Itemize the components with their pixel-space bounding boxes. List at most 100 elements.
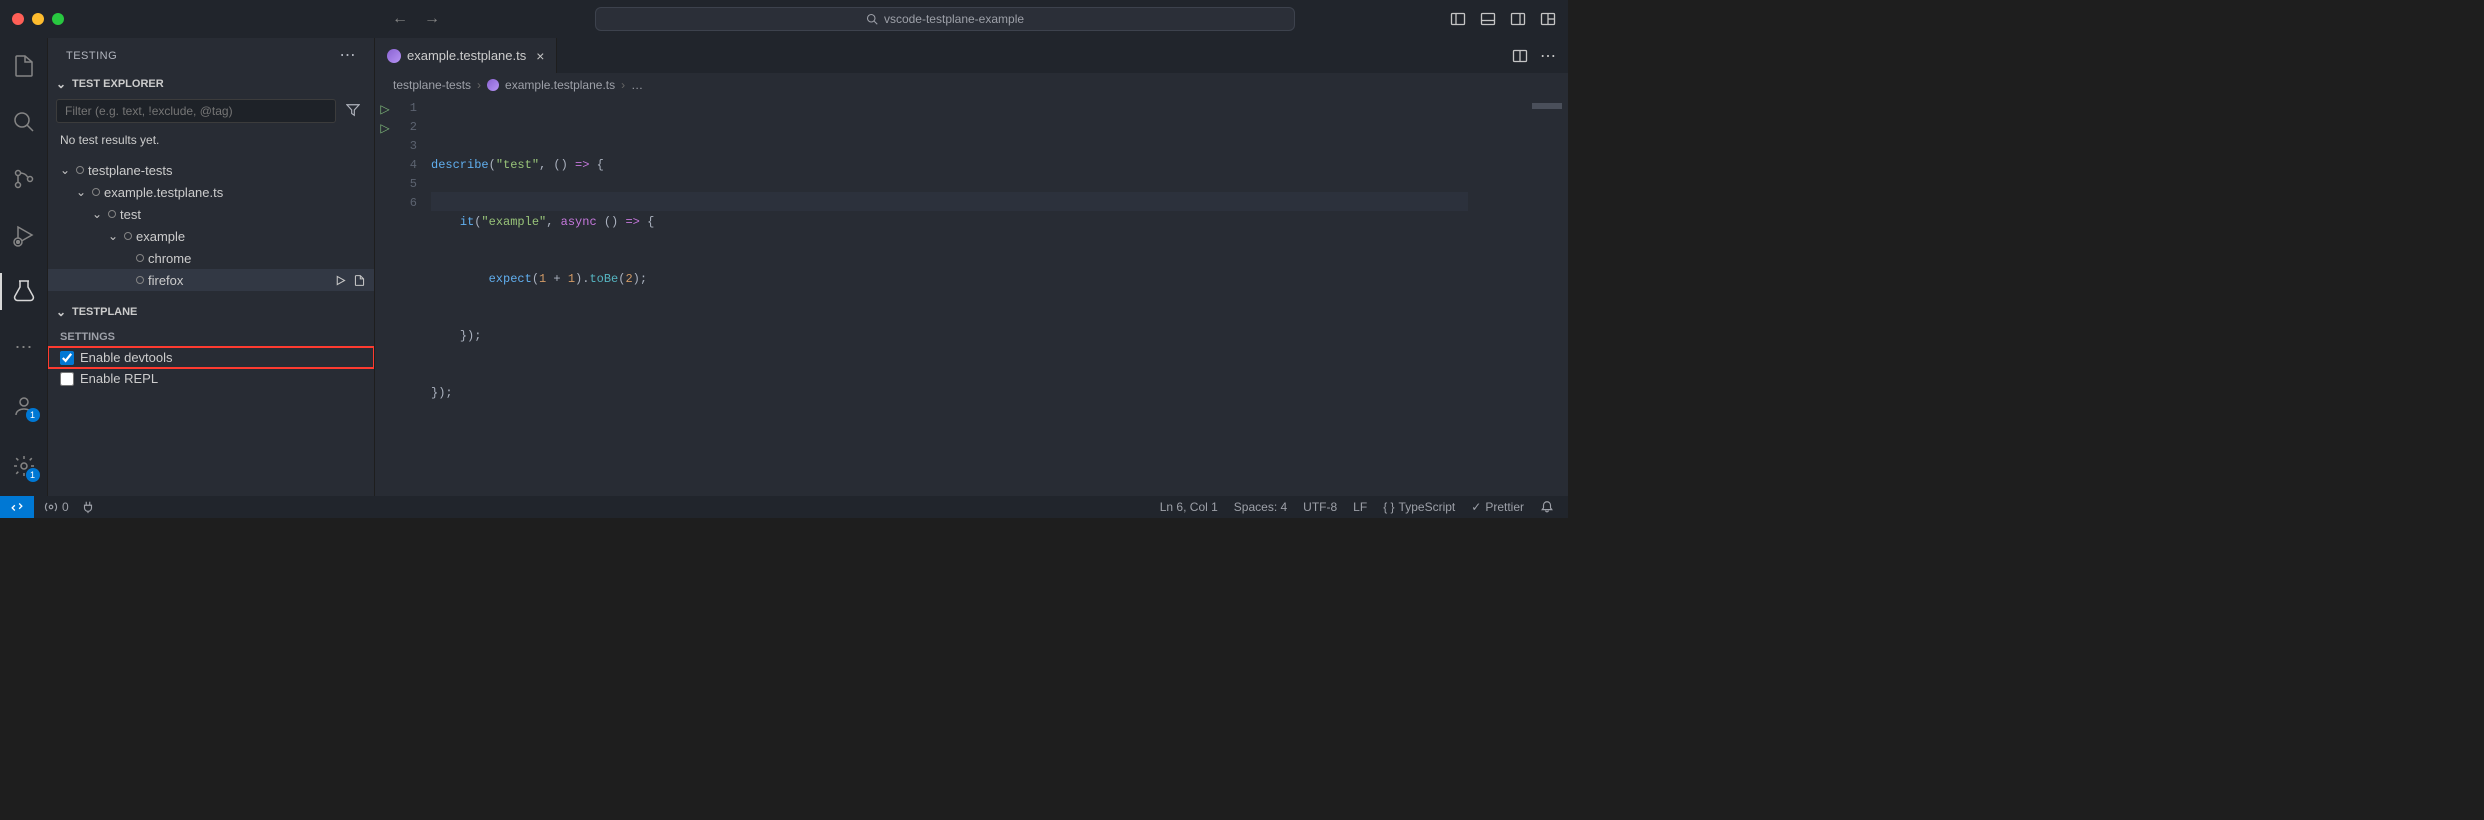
- breadcrumb-item[interactable]: testplane-tests: [393, 78, 471, 92]
- breadcrumb-item[interactable]: …: [631, 78, 643, 92]
- tree-file[interactable]: ⌄ example.testplane.ts: [48, 181, 374, 203]
- editor-tabs: example.testplane.ts × ⋯: [375, 38, 1568, 73]
- test-filter-input[interactable]: [56, 99, 336, 123]
- testing-view-button[interactable]: [0, 273, 48, 309]
- enable-devtools-label: Enable devtools: [80, 350, 173, 365]
- line-numbers: 1 2 3 4 5 6: [395, 97, 431, 496]
- split-editor-icon[interactable]: [1512, 48, 1528, 64]
- go-to-file-icon[interactable]: [353, 274, 366, 287]
- filter-icon[interactable]: [340, 103, 366, 120]
- testplane-file-icon: [387, 49, 401, 63]
- testplane-file-icon: [487, 79, 499, 91]
- problems-count: 0: [62, 500, 69, 514]
- accounts-badge: 1: [26, 408, 40, 422]
- editor-area: example.testplane.ts × ⋯ testplane-tests…: [374, 38, 1568, 496]
- editor-more-button[interactable]: ⋯: [1540, 46, 1556, 66]
- status-dot-icon: [136, 254, 144, 262]
- source-control-view-button[interactable]: [0, 161, 48, 197]
- more-views-button[interactable]: ⋯: [0, 330, 48, 366]
- status-dot-icon: [76, 166, 84, 174]
- tree-suite[interactable]: ⌄ test: [48, 203, 374, 225]
- enable-devtools-checkbox[interactable]: [60, 351, 74, 365]
- problems-button[interactable]: 0: [44, 500, 69, 514]
- settings-label: SETTINGS: [48, 323, 374, 347]
- tree-browser-label: firefox: [148, 273, 183, 288]
- check-icon: ✓: [1471, 500, 1481, 514]
- encoding-button[interactable]: UTF-8: [1303, 500, 1337, 514]
- editor-tab[interactable]: example.testplane.ts ×: [375, 38, 557, 73]
- tree-file-label: example.testplane.ts: [104, 185, 223, 200]
- traffic-lights: [12, 13, 64, 25]
- accounts-button[interactable]: 1: [0, 386, 48, 426]
- window-minimize-button[interactable]: [32, 13, 44, 25]
- notifications-button[interactable]: [1540, 500, 1554, 514]
- chevron-down-icon: ⌄: [90, 207, 104, 221]
- broadcast-icon: [44, 500, 58, 514]
- search-icon: [866, 13, 878, 25]
- settings-button[interactable]: 1: [0, 446, 48, 486]
- prettier-button[interactable]: ✓ Prettier: [1471, 500, 1524, 514]
- enable-repl-label: Enable REPL: [80, 371, 158, 386]
- window-close-button[interactable]: [12, 13, 24, 25]
- command-center-title: vscode-testplane-example: [884, 12, 1024, 26]
- status-dot-icon: [136, 276, 144, 284]
- run-test-gutter-icon[interactable]: ▷: [375, 118, 395, 137]
- close-tab-icon[interactable]: ×: [536, 48, 544, 64]
- sidebar-title: TESTING: [66, 50, 117, 62]
- minimap-content: [1532, 103, 1562, 109]
- ports-button[interactable]: [81, 500, 95, 514]
- chevron-right-icon: ›: [477, 78, 481, 92]
- braces-icon: { }: [1383, 500, 1394, 514]
- code-content[interactable]: describe("test", () => { it("example", a…: [431, 97, 1488, 496]
- run-test-icon[interactable]: [334, 274, 347, 287]
- language-mode-button[interactable]: { } TypeScript: [1383, 500, 1455, 514]
- tree-browser-firefox[interactable]: firefox: [48, 269, 374, 291]
- eol-button[interactable]: LF: [1353, 500, 1367, 514]
- search-view-button[interactable]: [0, 104, 48, 140]
- panel-left-icon[interactable]: [1450, 11, 1466, 27]
- layout-icon[interactable]: [1540, 11, 1556, 27]
- nav-back-button[interactable]: ←: [392, 10, 408, 28]
- chevron-down-icon: ⌄: [56, 305, 68, 319]
- command-center[interactable]: vscode-testplane-example: [595, 7, 1295, 31]
- run-test-gutter-icon[interactable]: ▷: [375, 99, 395, 118]
- testplane-label: TESTPLANE: [72, 306, 137, 318]
- code-editor[interactable]: ▷ ▷ 1 2 3 4 5 6 describe("test", () => {…: [375, 97, 1568, 496]
- cursor-position[interactable]: Ln 6, Col 1: [1160, 500, 1218, 514]
- settings-badge: 1: [26, 468, 40, 482]
- remote-button[interactable]: [0, 496, 34, 518]
- tree-suite-label: test: [120, 207, 141, 222]
- tree-browser-chrome[interactable]: chrome: [48, 247, 374, 269]
- tree-spec[interactable]: ⌄ example: [48, 225, 374, 247]
- breadcrumb-item[interactable]: example.testplane.ts: [505, 78, 615, 92]
- plug-icon: [81, 500, 95, 514]
- indentation-button[interactable]: Spaces: 4: [1234, 500, 1287, 514]
- chevron-down-icon: ⌄: [56, 77, 68, 91]
- window-maximize-button[interactable]: [52, 13, 64, 25]
- testplane-header[interactable]: ⌄ TESTPLANE: [48, 301, 374, 323]
- explorer-view-button[interactable]: [0, 48, 48, 84]
- tree-root[interactable]: ⌄ testplane-tests: [48, 159, 374, 181]
- run-gutter: ▷ ▷: [375, 97, 395, 496]
- panel-bottom-icon[interactable]: [1480, 11, 1496, 27]
- testing-sidebar: TESTING ⋯ ⌄ TEST EXPLORER No test result…: [48, 38, 374, 496]
- tree-browser-label: chrome: [148, 251, 191, 266]
- status-bar: 0 Ln 6, Col 1 Spaces: 4 UTF-8 LF { } Typ…: [0, 496, 1568, 518]
- enable-devtools-setting[interactable]: Enable devtools: [48, 347, 374, 368]
- chevron-down-icon: ⌄: [106, 229, 120, 243]
- run-debug-view-button[interactable]: [0, 217, 48, 253]
- nav-forward-button[interactable]: →: [424, 10, 440, 28]
- breadcrumbs[interactable]: testplane-tests › example.testplane.ts ›…: [375, 73, 1568, 97]
- sidebar-more-button[interactable]: ⋯: [340, 48, 357, 64]
- chevron-down-icon: ⌄: [74, 185, 88, 199]
- panel-right-icon[interactable]: [1510, 11, 1526, 27]
- titlebar: ← → vscode-testplane-example: [0, 0, 1568, 38]
- tab-label: example.testplane.ts: [407, 48, 526, 63]
- test-explorer-header[interactable]: ⌄ TEST EXPLORER: [48, 73, 374, 95]
- enable-repl-setting[interactable]: Enable REPL: [48, 368, 374, 389]
- tree-spec-label: example: [136, 229, 185, 244]
- enable-repl-checkbox[interactable]: [60, 372, 74, 386]
- chevron-right-icon: ›: [621, 78, 625, 92]
- minimap[interactable]: [1488, 97, 1568, 496]
- activity-bar: ⋯ 1 1: [0, 38, 48, 496]
